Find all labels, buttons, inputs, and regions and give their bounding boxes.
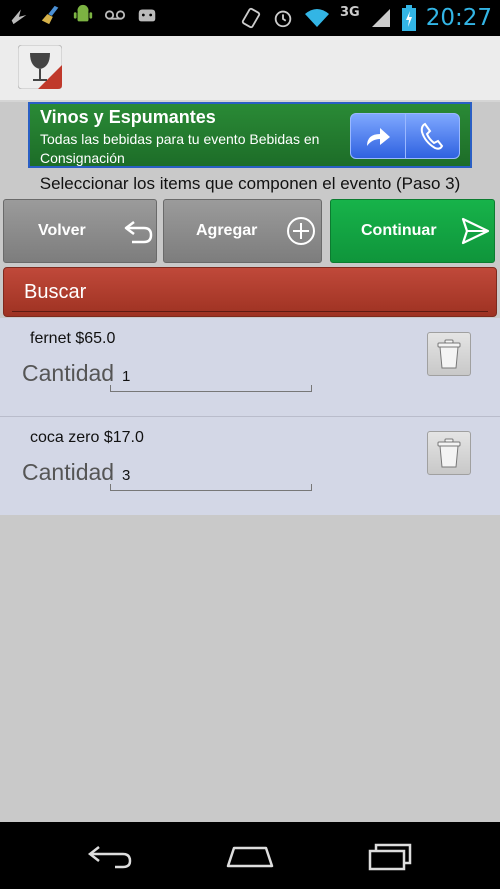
wine-glass-icon[interactable] (18, 45, 62, 89)
nav-back-button[interactable] (75, 836, 145, 876)
continue-button-label: Continuar (361, 222, 437, 239)
search-bar[interactable]: Buscar (3, 267, 497, 317)
step-instructions: Seleccionar los items que componen el ev… (39, 174, 461, 193)
nav-home-button[interactable] (215, 836, 285, 876)
alarm-icon (274, 10, 292, 28)
clock: 20:27 (425, 5, 492, 31)
search-label: Buscar (24, 281, 87, 303)
continue-button[interactable]: Continuar (330, 199, 495, 263)
quantity-value: 1 (122, 368, 131, 385)
home-icon (226, 846, 274, 868)
quantity-field[interactable]: 1 (110, 362, 312, 392)
voicemail-icon (104, 10, 126, 20)
nav-recents-button[interactable] (355, 836, 425, 876)
banner-subtitle: Todas las bebidas para tu evento Bebidas… (40, 131, 320, 166)
delete-item-button[interactable] (427, 431, 471, 475)
search-underline (12, 311, 488, 312)
add-button[interactable]: Agregar (163, 199, 322, 263)
wifi-icon (304, 9, 329, 27)
item-name: fernet $65.0 (30, 330, 116, 347)
list-item: fernet $65.0 Cantidad 1 (0, 318, 500, 416)
ad-banner[interactable]: Vinos y Espumantes Todas las bebidas par… (28, 102, 472, 168)
undo-arrow-icon (124, 221, 153, 244)
back-button[interactable]: Volver (3, 199, 157, 263)
selected-items-list: fernet $65.0 Cantidad 1 coca zero $17.0 … (0, 318, 500, 515)
quantity-label: Cantidad (22, 459, 115, 485)
back-button-label: Volver (38, 222, 86, 239)
plus-circle-icon (287, 217, 315, 245)
notification-icons (8, 4, 158, 26)
recent-apps-icon (368, 843, 412, 871)
back-arrow-icon (87, 846, 132, 869)
quantity-value: 3 (122, 467, 131, 484)
main-content: Vinos y Espumantes Todas las bebidas par… (0, 102, 500, 822)
broom-icon (41, 5, 59, 25)
network-type: 3G (339, 4, 360, 20)
navigation-bar (0, 822, 500, 889)
trash-icon (437, 438, 461, 468)
signal-icon (371, 9, 390, 27)
battery-charging-icon (401, 5, 416, 31)
status-bar: 3G 20:27 (0, 0, 500, 36)
android-icon (73, 4, 93, 22)
rotate-icon (241, 7, 261, 29)
send-arrow-icon (461, 217, 490, 245)
trash-icon (437, 339, 461, 369)
banner-title: Vinos y Espumantes (40, 107, 216, 127)
gamepad-icon (138, 9, 156, 22)
delete-item-button[interactable] (427, 332, 471, 376)
call-button[interactable] (404, 114, 460, 158)
item-name: coca zero $17.0 (30, 429, 144, 446)
action-bar (0, 36, 500, 102)
lightning-icon (11, 9, 27, 25)
banner-actions (350, 113, 460, 159)
add-button-label: Agregar (196, 222, 258, 239)
quantity-field[interactable]: 3 (110, 461, 312, 491)
share-button[interactable] (351, 114, 405, 158)
list-item: coca zero $17.0 Cantidad 3 (0, 416, 500, 515)
quantity-label: Cantidad (22, 360, 115, 386)
system-icons: 3G 20:27 (240, 2, 492, 34)
phone-icon (421, 122, 444, 150)
share-arrow-icon (366, 128, 390, 146)
